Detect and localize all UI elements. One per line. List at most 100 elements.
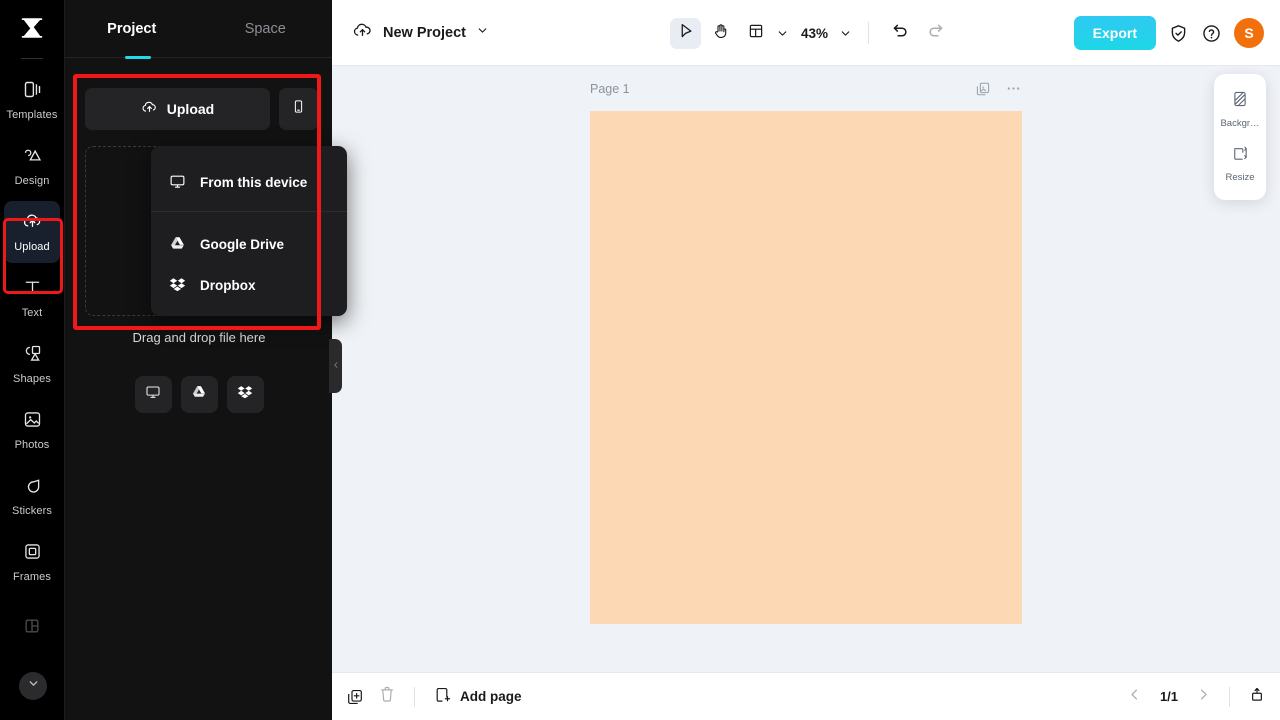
next-page-button[interactable] (1196, 687, 1211, 707)
undo-button[interactable] (885, 18, 916, 49)
layout-tool-button[interactable] (740, 18, 771, 49)
menu-item-label: Dropbox (200, 278, 256, 293)
cloud-save-icon[interactable] (352, 20, 373, 46)
shield-check-icon[interactable] (1168, 23, 1189, 44)
photos-icon (22, 409, 43, 435)
menu-mid-padding (151, 214, 347, 224)
templates-icon (22, 79, 43, 105)
canvas-tools-group: 43% (670, 0, 951, 66)
sidebar-item-text[interactable]: Text (4, 267, 60, 329)
hand-icon (712, 22, 730, 45)
drag-drop-text: Drag and drop file here (65, 330, 333, 345)
menu-item-dropbox[interactable]: Dropbox (151, 265, 347, 306)
upload-source-menu: From this device Google Drive (151, 146, 347, 316)
duplicate-page-icon[interactable] (975, 81, 991, 97)
panel-tab-bar: Project Space (65, 0, 332, 58)
sidebar-item-label: Shapes (13, 374, 51, 385)
google-drive-icon (169, 235, 186, 255)
dropzone-dropbox-button[interactable] (227, 376, 264, 413)
sidebar-item-label: Frames (13, 572, 51, 583)
zoom-caret-icon[interactable] (839, 27, 852, 40)
background-label: Backgr… (1220, 118, 1259, 129)
dropbox-icon (237, 384, 253, 405)
redo-button[interactable] (920, 18, 951, 49)
sidebar-item-stickers[interactable]: Stickers (4, 465, 60, 527)
dropzone-google-drive-button[interactable] (181, 376, 218, 413)
frames-icon (22, 541, 43, 567)
capcut-logo-icon[interactable] (0, 0, 64, 56)
design-icon (22, 145, 43, 171)
stickers-icon (22, 475, 43, 501)
tab-project[interactable]: Project (65, 0, 199, 58)
sidebar-item-photos[interactable]: Photos (4, 399, 60, 461)
ellipsis-icon[interactable] (1005, 80, 1022, 97)
rail-expand-more-button[interactable] (19, 672, 47, 700)
chevron-left-icon (1127, 687, 1142, 707)
canvas-float-toolbar: Backgr… Resize (1214, 74, 1266, 200)
dropzone-source-shortcuts (65, 376, 333, 413)
menu-item-from-this-device[interactable]: From this device (151, 156, 347, 209)
present-icon (1248, 685, 1266, 708)
resize-label: Resize (1225, 172, 1254, 183)
panel-collapse-handle[interactable] (329, 339, 342, 393)
dropzone-device-button[interactable] (135, 376, 172, 413)
sidebar-item-design[interactable]: Design (4, 135, 60, 197)
mobile-phone-icon (291, 99, 306, 119)
sidebar-item-frames[interactable]: Frames (4, 531, 60, 593)
sidebar-item-label: Stickers (12, 506, 52, 517)
select-tool-button[interactable] (670, 18, 701, 49)
export-button-label: Export (1093, 25, 1137, 41)
add-page-button[interactable]: Add page (433, 686, 522, 707)
page-label[interactable]: Page 1 (590, 82, 630, 96)
shapes-icon (22, 343, 43, 369)
delete-page-button[interactable] (378, 685, 396, 708)
sidebar-item-shapes[interactable]: Shapes (4, 333, 60, 395)
zoom-level-value[interactable]: 43% (801, 26, 828, 41)
layout-caret-icon[interactable] (776, 27, 789, 40)
upload-button[interactable]: Upload (85, 88, 270, 130)
menu-item-google-drive[interactable]: Google Drive (151, 224, 347, 265)
add-page-label: Add page (460, 689, 522, 704)
upload-from-mobile-button[interactable] (279, 88, 318, 130)
question-circle-icon[interactable] (1201, 23, 1222, 44)
canvas-workspace[interactable]: Page 1 (332, 66, 1280, 672)
project-name[interactable]: New Project (383, 25, 466, 41)
cursor-arrow-icon (677, 22, 695, 45)
dropbox-icon (169, 276, 186, 296)
user-avatar[interactable]: S (1234, 18, 1264, 48)
background-button[interactable]: Backgr… (1214, 84, 1266, 138)
left-rail: Templates Design Upload (0, 0, 64, 720)
page-canvas-artboard[interactable] (590, 111, 1022, 624)
top-toolbar: New Project (332, 0, 1280, 66)
prev-page-button[interactable] (1127, 687, 1142, 707)
resize-button[interactable]: Resize (1214, 138, 1266, 192)
page-navigation-group: 1/1 (1127, 685, 1266, 708)
menu-item-label: From this device (200, 175, 307, 190)
sidebar-item-layout-partial[interactable] (4, 597, 60, 659)
menu-bottom-padding (151, 306, 347, 316)
background-icon (1231, 90, 1249, 113)
sidebar-item-label: Templates (6, 110, 57, 121)
page-indicator: 1/1 (1156, 689, 1182, 704)
sidebar-item-templates[interactable]: Templates (4, 69, 60, 131)
present-button[interactable] (1248, 685, 1266, 708)
text-icon (22, 277, 43, 303)
trash-icon (378, 685, 396, 708)
upload-panel: Project Space Upload (64, 0, 332, 720)
chevron-down-icon[interactable] (476, 24, 489, 42)
menu-top-padding (151, 146, 347, 156)
monitor-icon (145, 384, 161, 405)
menu-item-label: Google Drive (200, 237, 284, 252)
chevron-down-icon (27, 677, 40, 695)
bottom-toolbar: Add page 1/1 (332, 672, 1280, 720)
undo-icon (891, 21, 910, 45)
page-header: Page 1 (590, 80, 1022, 97)
layout-icon (22, 616, 42, 641)
toolbar-divider (868, 22, 869, 44)
upload-cloud-icon (141, 99, 158, 119)
tab-space[interactable]: Space (199, 0, 333, 58)
export-button[interactable]: Export (1074, 16, 1156, 50)
hand-tool-button[interactable] (705, 18, 736, 49)
sidebar-item-upload[interactable]: Upload (4, 201, 60, 263)
duplicate-icon[interactable] (346, 688, 364, 706)
